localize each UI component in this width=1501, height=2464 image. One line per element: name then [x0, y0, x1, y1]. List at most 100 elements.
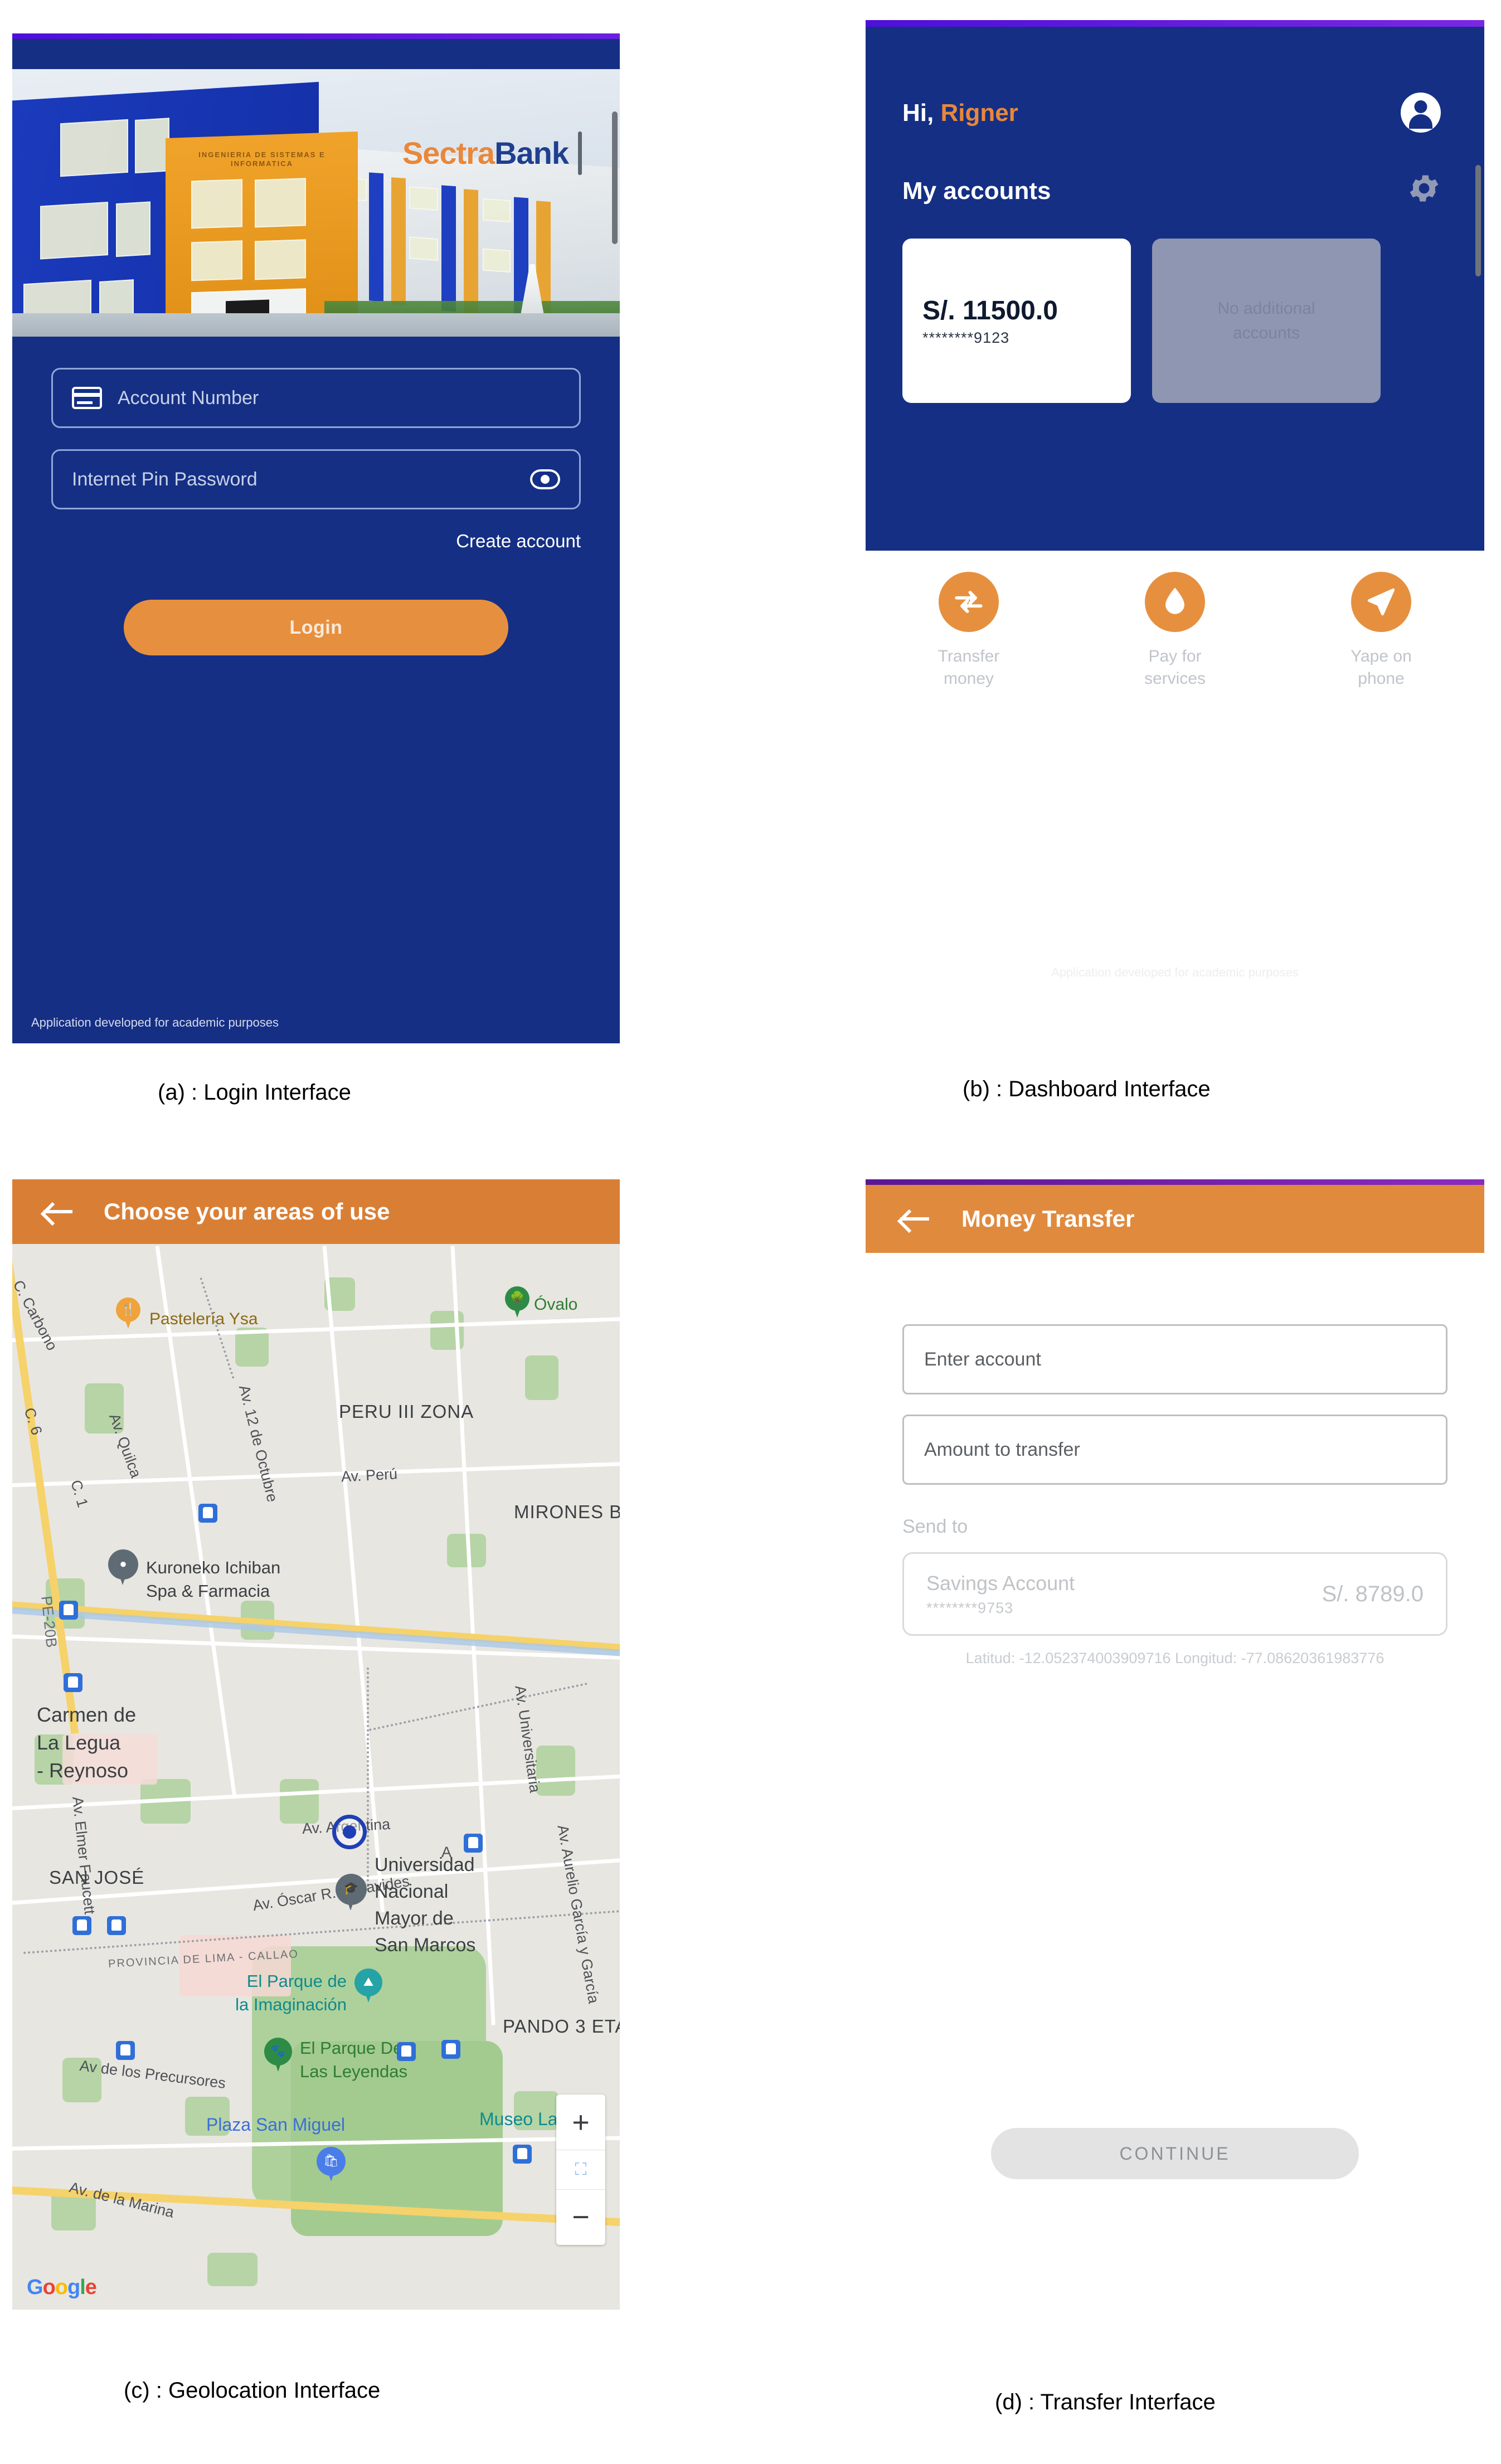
login-screen: INGENIERIA DE SISTEMAS E INFORMATICA Sec…	[12, 33, 620, 1043]
login-form: Account Number Internet Pin Password Cre…	[12, 368, 620, 655]
map-pin-park[interactable]: 🌳	[505, 1286, 530, 1319]
account-number-input[interactable]: Account Number	[51, 368, 581, 428]
quick-action-label: Transfer money	[937, 647, 1000, 688]
transfer-appbar: Money Transfer	[866, 1185, 1484, 1253]
transit-stop-icon[interactable]	[107, 1916, 126, 1935]
quick-action-yape-phone[interactable]: Yape on phone	[1298, 572, 1465, 690]
place-label: Plaza San Miguel	[206, 2115, 346, 2135]
place-label: Pastelería Ysa	[149, 1310, 258, 1328]
quick-action-label: Yape on phone	[1351, 647, 1412, 688]
map-canvas[interactable]: C. Carbono C. 6 C. 1 Av. Quilca Av. 12 d…	[12, 1244, 620, 2310]
no-accounts-label: No additional accounts	[1217, 299, 1315, 342]
area-label: MIRONES BAJ	[514, 1501, 620, 1522]
place-label: Óvalo	[534, 1295, 578, 1314]
arrow-left-icon[interactable]	[43, 1199, 75, 1224]
quick-actions-row: Transfer money Pay for services Yape on …	[866, 572, 1484, 690]
building-sign-text: INGENIERIA DE SISTEMAS E INFORMATICA	[198, 150, 326, 168]
current-location-marker	[332, 1815, 367, 1849]
zoom-in-button[interactable]: +	[556, 2094, 605, 2150]
destination-account-number: ********9753	[926, 1599, 1014, 1616]
place-label: Museo La	[479, 2109, 558, 2129]
logo-divider	[578, 132, 582, 175]
map-title: Choose your areas of use	[104, 1198, 390, 1224]
area-label: SAN JOSÉ	[49, 1867, 145, 1888]
greeting-prefix: Hi,	[902, 99, 941, 127]
transfer-title: Money Transfer	[961, 1206, 1135, 1232]
amount-input[interactable]: Amount to transfer	[902, 1415, 1447, 1485]
dashboard-screen: Hi, Rigner My accounts S/. 11500.0 *****…	[866, 20, 1484, 1046]
plaza-ground	[12, 313, 620, 337]
transfer-screen: Money Transfer Enter account Amount to t…	[866, 1179, 1484, 2272]
destination-account-card[interactable]: Savings Account ********9753 S/. 8789.0	[902, 1552, 1447, 1636]
enter-account-placeholder: Enter account	[924, 1348, 1041, 1370]
place-label: Universidad Nacional Mayor de San Marcos	[375, 1854, 476, 1956]
login-footer-note: Application developed for academic purpo…	[31, 1015, 279, 1029]
dashboard-footer-note: Application developed for academic purpo…	[1051, 965, 1299, 979]
status-bar-strip	[866, 1179, 1484, 1185]
status-bar-strip	[866, 20, 1484, 27]
user-name: Rigner	[940, 99, 1018, 127]
map-pin-attraction[interactable]: ⛰	[354, 1969, 382, 2005]
bank-logo: SectraBank	[402, 135, 569, 171]
map-pin-zoo[interactable]: 🐾	[264, 2038, 292, 2074]
coordinates-text: Latitud: -12.052374003909716 Longitud: -…	[965, 1650, 1385, 1666]
arrow-left-icon[interactable]	[900, 1207, 931, 1231]
logo-text-first: Sectra	[402, 135, 495, 171]
quick-action-pay-services[interactable]: Pay for services	[1091, 572, 1259, 690]
zoom-out-button[interactable]: −	[556, 2190, 605, 2245]
password-placeholder: Internet Pin Password	[72, 468, 258, 490]
map-zoom-controls: + ⛶ −	[556, 2094, 605, 2245]
transit-stop-icon[interactable]	[513, 2145, 532, 2164]
transit-stop-icon[interactable]	[198, 1504, 217, 1523]
map-pin-restaurant[interactable]: 🍴	[116, 1297, 140, 1330]
account-number-placeholder: Account Number	[118, 387, 259, 409]
geolocation-screen: Choose your areas of use C. Carbono C. 6…	[12, 1179, 620, 2310]
password-input[interactable]: Internet Pin Password	[51, 449, 581, 509]
continue-button[interactable]: CONTINUE	[991, 2128, 1359, 2179]
greeting-text: Hi, Rigner	[902, 99, 1018, 127]
caption-b: (b) : Dashboard Interface	[963, 1077, 1211, 1101]
quick-action-transfer-money[interactable]: Transfer money	[885, 572, 1052, 690]
street-label: Av. Perú	[341, 1465, 398, 1485]
accounts-carousel: S/. 11500.0 ********9123 No additional a…	[902, 239, 1381, 403]
account-card[interactable]: S/. 11500.0 ********9123	[902, 239, 1131, 403]
area-label: PERU III ZONA	[339, 1401, 474, 1422]
enter-account-input[interactable]: Enter account	[902, 1324, 1447, 1394]
place-label: Kuroneko Ichiban Spa & Farmacia	[146, 1558, 281, 1601]
eye-icon[interactable]	[530, 469, 560, 489]
logo-text-second: Bank	[494, 135, 569, 171]
transit-stop-icon[interactable]	[441, 2040, 460, 2059]
transit-stop-icon[interactable]	[397, 2042, 416, 2061]
account-balance: S/. 11500.0	[922, 295, 1058, 325]
transit-stop-icon[interactable]	[464, 1834, 483, 1853]
caption-c: (c) : Geolocation Interface	[124, 2378, 381, 2403]
transit-layer-icon[interactable]: ⛶	[556, 2150, 605, 2190]
login-scrollbar[interactable]	[612, 111, 618, 244]
transit-stop-icon[interactable]	[116, 2041, 135, 2060]
dashboard-scrollbar[interactable]	[1475, 165, 1481, 276]
map-pin-mall[interactable]: 🛍	[317, 2147, 346, 2185]
transit-stop-icon[interactable]	[72, 1916, 91, 1935]
gear-icon[interactable]	[1406, 171, 1442, 206]
map-pin-university[interactable]: 🎓	[336, 1874, 367, 1915]
user-avatar-icon[interactable]	[1401, 93, 1441, 133]
create-account-link[interactable]: Create account	[51, 531, 581, 552]
map-pin-shop[interactable]: ●	[108, 1549, 138, 1588]
account-number-masked: ********9123	[922, 329, 1010, 346]
credit-card-icon	[72, 387, 102, 409]
status-bar-strip	[12, 33, 620, 39]
amount-placeholder: Amount to transfer	[924, 1438, 1080, 1460]
quick-action-label: Pay for services	[1144, 647, 1206, 688]
place-label: El Parque de la Imaginación	[235, 1971, 347, 2014]
transit-stop-icon[interactable]	[64, 1673, 82, 1692]
transit-stop-icon[interactable]	[59, 1601, 78, 1620]
caption-a: (a) : Login Interface	[158, 1080, 351, 1105]
login-button[interactable]: Login	[124, 600, 508, 655]
my-accounts-title: My accounts	[902, 177, 1051, 205]
destination-account-balance: S/. 8789.0	[1322, 1581, 1424, 1606]
water-drop-icon	[1145, 572, 1205, 632]
send-to-label: Send to	[902, 1516, 968, 1537]
send-plane-icon	[1351, 572, 1411, 632]
google-watermark: Google	[27, 2276, 97, 2299]
dashboard-header-area: Hi, Rigner My accounts S/. 11500.0 *****…	[866, 27, 1484, 551]
